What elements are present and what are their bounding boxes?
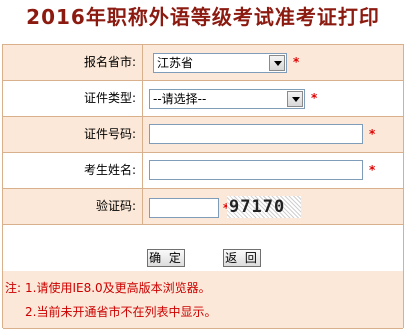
province-value: 江苏省	[157, 56, 194, 70]
id-type-value: --请选择--	[153, 92, 207, 106]
row-name: 考生姓名: *	[3, 153, 403, 189]
captcha-image[interactable]: 97170	[227, 196, 301, 218]
required-mark: *	[293, 55, 300, 69]
id-number-label: 证件号码:	[3, 117, 143, 152]
required-mark: *	[369, 127, 376, 141]
captcha-label: 验证码:	[3, 189, 143, 224]
button-row: 确 定 返 回	[3, 225, 403, 271]
chevron-down-icon[interactable]	[269, 55, 285, 71]
captcha-input[interactable]	[149, 198, 219, 218]
id-type-select[interactable]: --请选择--	[149, 89, 305, 109]
note-line-2: 2.当前未开通省市不在列表中显示。	[25, 305, 217, 319]
page-title: 2016年职称外语等级考试准考证打印	[26, 5, 380, 29]
notes-panel: 注: 1.请使用IE8.0及更高版本浏览器。 2.当前未开通省市不在列表中显示。	[3, 271, 403, 329]
print-form: 报名省市: 江苏省 * 证件类型: --请选择-- * 证件号码: * 考生姓名…	[2, 44, 404, 329]
row-captcha: 验证码: * 97170	[3, 189, 403, 225]
id-number-input[interactable]	[149, 124, 363, 144]
confirm-button[interactable]: 确 定	[147, 249, 185, 267]
note-line-1: 1.请使用IE8.0及更高版本浏览器。	[25, 281, 211, 295]
required-mark: *	[311, 91, 318, 105]
province-label: 报名省市:	[3, 45, 143, 80]
row-id-type: 证件类型: --请选择-- *	[3, 81, 403, 117]
id-type-label: 证件类型:	[3, 81, 143, 116]
row-id-number: 证件号码: *	[3, 117, 403, 153]
notes-prefix: 注:	[5, 281, 22, 295]
name-label: 考生姓名:	[3, 153, 143, 188]
province-select[interactable]: 江苏省	[153, 53, 287, 73]
chevron-down-icon[interactable]	[287, 91, 303, 107]
name-input[interactable]	[149, 160, 363, 180]
required-mark: *	[369, 163, 376, 177]
row-province: 报名省市: 江苏省 *	[3, 45, 403, 81]
back-button[interactable]: 返 回	[223, 249, 261, 267]
